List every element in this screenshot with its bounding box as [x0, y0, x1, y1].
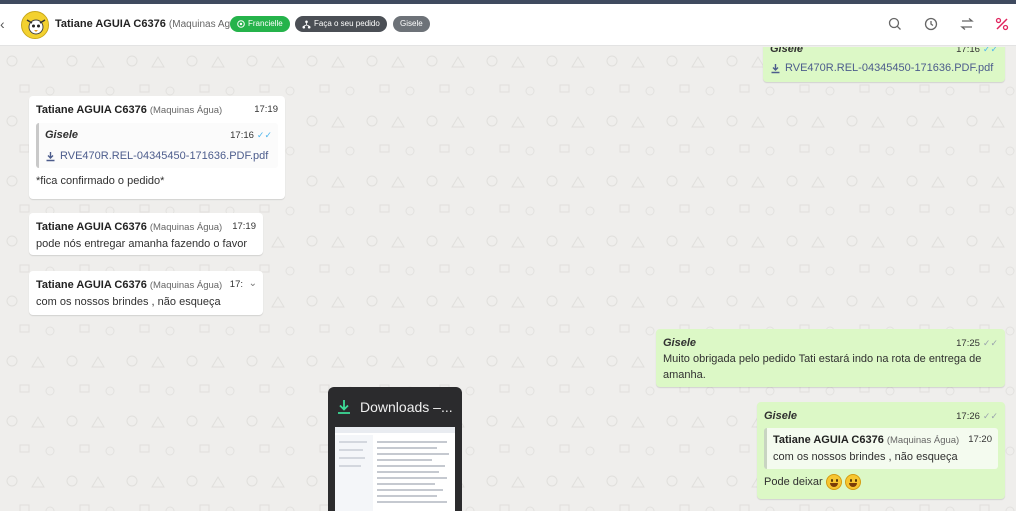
message-time: 17:	[229, 279, 243, 290]
download-icon	[771, 63, 780, 73]
message-bubble-outgoing[interactable]: Gisele 17:25 ✓✓ Muito obrigada pelo pedid…	[656, 329, 1005, 387]
message-text: Pode deixar	[764, 476, 823, 488]
contact-name[interactable]: Tatiane AGUIA C6376 (Maquinas Agua)	[55, 18, 245, 30]
read-ticks-icon: ✓✓	[256, 130, 272, 140]
grinning-emoji-icon	[825, 474, 842, 491]
quoted-time: 17:20	[968, 434, 992, 445]
delivered-ticks-icon: ✓✓	[982, 411, 998, 421]
message-sender: Tatiane AGUIA C6376	[36, 104, 147, 116]
percent-icon[interactable]	[994, 16, 1010, 32]
downloads-window-preview[interactable]: Downloads –...	[328, 387, 462, 511]
contact-name-text: Tatiane AGUIA C6376	[55, 18, 166, 30]
avatar-logo-icon	[23, 13, 48, 38]
message-bubble-outgoing[interactable]: Gisele 17:26 ✓✓ Tatiane AGUIA C6376 (Maqui…	[757, 402, 1005, 499]
chat-header: ‹ Tatiane AGUIA C6376 (Maquinas Agua) Fr…	[0, 4, 1016, 46]
read-ticks-icon: ✓✓	[982, 47, 998, 54]
message-time: 17:16 ✓✓	[956, 47, 998, 58]
message-time: 17:19	[254, 104, 278, 115]
message-bubble-incoming[interactable]: Tatiane AGUIA C6376 (Maquinas Água) 17: ⌄…	[29, 271, 263, 315]
tag-label: Gisele	[400, 19, 423, 28]
message-sender-sub: (Maquinas Água)	[149, 222, 223, 233]
message-sender-sub: (Maquinas Água)	[149, 280, 223, 291]
message-text: Muito obrigada pelo pedido Tati estará i…	[663, 353, 982, 381]
message-text: com os nossos brindes , não esqueça	[36, 296, 221, 308]
file-name: RVE470R.REL-04345450-171636.PDF.pdf	[60, 150, 269, 162]
download-icon	[338, 400, 350, 414]
quoted-message[interactable]: Gisele 17:16 ✓✓ RVE470R.REL-04345450-1716…	[36, 123, 278, 168]
download-icon	[46, 151, 55, 161]
flow-icon	[302, 20, 311, 28]
search-icon[interactable]	[887, 16, 903, 32]
quoted-sender-sub: (Maquinas Água)	[886, 435, 960, 446]
message-bubble-incoming[interactable]: Tatiane AGUIA C6376 (Maquinas Água) 17:19…	[29, 213, 263, 255]
message-bubble-outgoing[interactable]: Gisele 17:16 ✓✓ RVE470R.REL-04345450-1716…	[763, 47, 1005, 82]
message-sender-sub: (Maquinas Água)	[149, 105, 223, 116]
quoted-text: com os nossos brindes , não esqueça	[773, 451, 958, 463]
message-bubble-incoming[interactable]: Tatiane AGUIA C6376 (Maquinas Água) 17:19…	[29, 96, 285, 199]
transfer-icon[interactable]	[959, 16, 975, 32]
whatsapp-icon	[237, 20, 245, 28]
file-attachment[interactable]: RVE470R.REL-04345450-171636.PDF.pdf	[770, 60, 998, 76]
history-icon[interactable]	[923, 16, 939, 32]
tag-faca-o-seu-pedido[interactable]: Faça o seu pedido	[295, 16, 387, 32]
file-name: RVE470R.REL-04345450-171636.PDF.pdf	[785, 62, 994, 74]
tag-label: Faça o seu pedido	[314, 19, 380, 28]
message-sender: Tatiane AGUIA C6376	[36, 279, 147, 291]
tag-francielle[interactable]: Francielle	[230, 16, 290, 32]
avatar[interactable]	[21, 11, 49, 39]
quoted-time: 17:16 ✓✓	[230, 130, 272, 141]
grinning-emoji-icon	[844, 474, 861, 491]
quoted-message[interactable]: Tatiane AGUIA C6376 (Maquinas Água) 17:20…	[764, 428, 998, 469]
message-sender: Gisele	[663, 337, 697, 349]
message-time: 17:25 ✓✓	[956, 338, 998, 349]
tag-label: Francielle	[248, 19, 283, 28]
back-arrow-icon[interactable]: ‹	[0, 16, 8, 32]
message-sender: Tatiane AGUIA C6376	[36, 221, 147, 233]
delivered-ticks-icon: ✓✓	[982, 338, 998, 348]
tag-gisele[interactable]: Gisele	[393, 16, 430, 32]
message-text: *fica confirmado o pedido*	[36, 175, 165, 187]
quoted-file[interactable]: RVE470R.REL-04345450-171636.PDF.pdf	[45, 148, 272, 164]
downloads-title: Downloads –...	[360, 399, 453, 415]
message-text: pode nós entregar amanha fazendo o favor	[36, 238, 247, 250]
message-time: 17:19	[232, 221, 256, 232]
chevron-down-icon[interactable]: ⌄	[249, 276, 257, 292]
downloads-thumbnail	[335, 427, 455, 511]
quoted-sender: Tatiane AGUIA C6376	[773, 434, 884, 446]
message-time: 17:26 ✓✓	[956, 411, 998, 422]
chat-area[interactable]: Gisele 17:16 ✓✓ RVE470R.REL-04345450-1716…	[0, 47, 1016, 511]
